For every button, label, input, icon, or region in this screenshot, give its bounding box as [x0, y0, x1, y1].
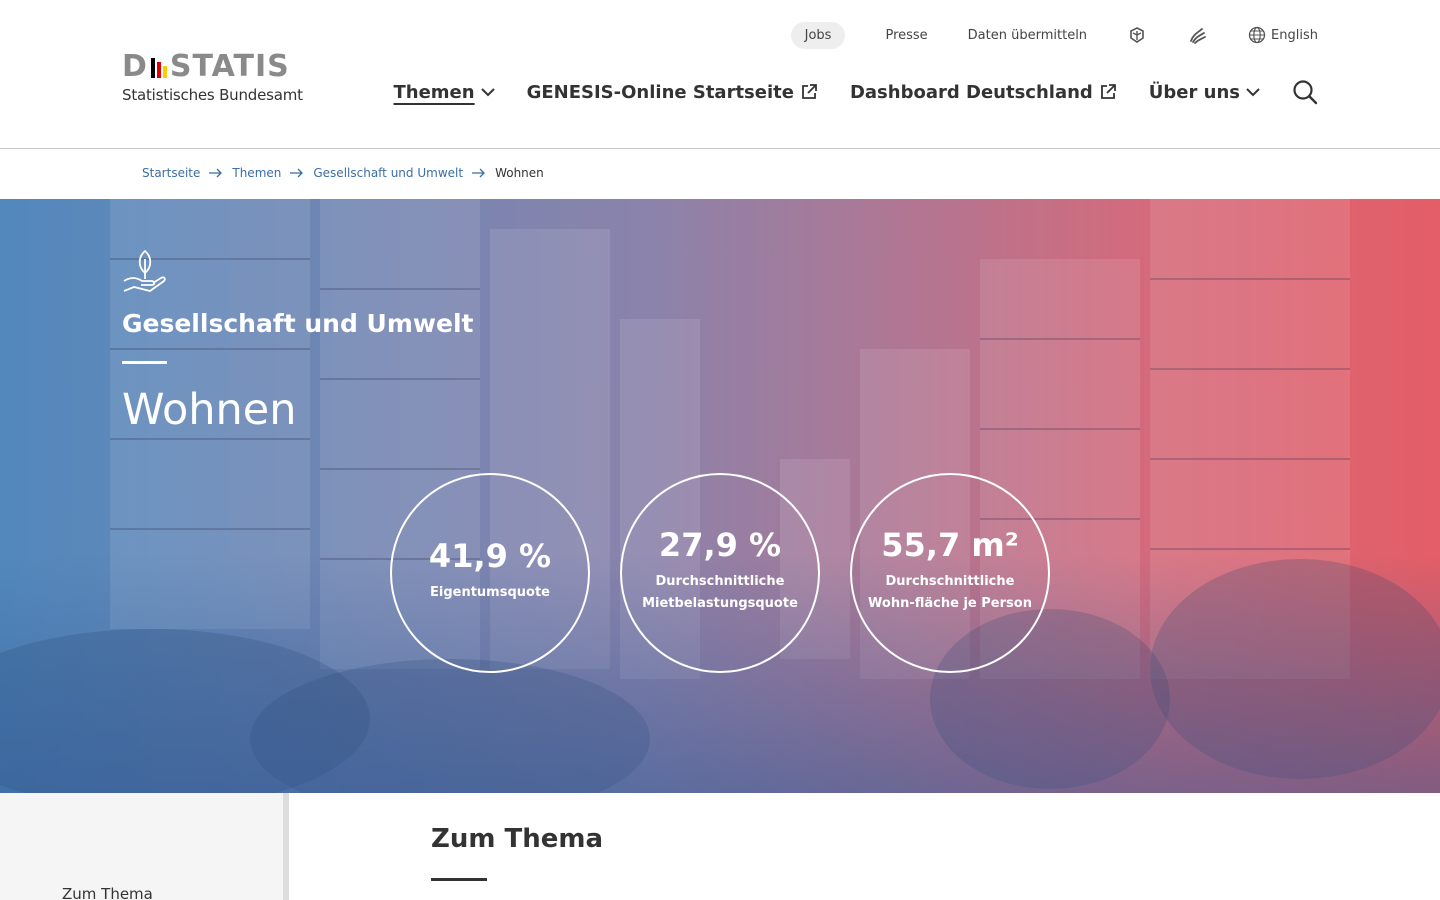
gebaerdensprache-link[interactable]: [1187, 25, 1207, 45]
nav-genesis-online[interactable]: GENESIS-Online Startseite: [527, 82, 818, 103]
hero-divider: [122, 361, 167, 364]
main-navigation: Themen GENESIS-Online Startseite Dashboa…: [362, 76, 1319, 108]
section-title: Zum Thema: [431, 824, 604, 854]
breadcrumb-current: Wohnen: [495, 166, 544, 180]
external-link-icon: [1100, 84, 1116, 99]
nav-themen-label: Themen: [393, 81, 475, 103]
leichte-sprache-link[interactable]: [1127, 25, 1147, 45]
breadcrumb: Startseite Themen Gesellschaft und Umwel…: [142, 163, 544, 183]
stat-label: Durchschnittliche Mietbelastungsquote: [642, 574, 798, 611]
language-switch[interactable]: English: [1247, 25, 1318, 45]
globe-icon: [1247, 25, 1267, 45]
stat-value: 27,9 %: [658, 526, 782, 564]
nav-themen[interactable]: Themen: [394, 82, 495, 103]
nav-dashboard-label: Dashboard Deutschland: [849, 81, 1093, 103]
flag-bars-icon: [150, 58, 167, 78]
hero-banner: Gesellschaft und Umwelt Wohnen 41,9 % Ei…: [0, 199, 1440, 793]
logo-letter-d: D: [122, 49, 148, 84]
nav-ueber-uns[interactable]: Über uns: [1149, 82, 1260, 103]
chevron-down-icon: [1246, 87, 1260, 96]
service-navigation: Jobs Presse Daten übermitteln English: [790, 20, 1318, 50]
nav-ueber-uns-label: Über uns: [1148, 81, 1240, 103]
page-sidebar: Zum Thema: [0, 793, 289, 900]
arrow-right-icon: [290, 168, 304, 178]
logo-subtitle: Statistisches Bundesamt: [122, 86, 303, 104]
stat-label: Durchschnittliche Wohn-fläche je Person: [868, 574, 1032, 611]
sidebar-item-zum-thema[interactable]: Zum Thema: [62, 885, 153, 900]
stat-circle-eigentumsquote: 41,9 % Eigentumsquote: [390, 473, 590, 673]
stat-value: 41,9 %: [428, 537, 552, 575]
search-icon: [1293, 80, 1318, 105]
site-header: D STATIS Statistisches Bundesamt Jobs Pr…: [0, 0, 1440, 149]
nav-dashboard-deutschland[interactable]: Dashboard Deutschland: [850, 82, 1117, 103]
breadcrumb-themen[interactable]: Themen: [232, 166, 281, 180]
gebaerdensprache-icon: [1187, 25, 1207, 45]
jobs-link[interactable]: Jobs: [790, 21, 846, 49]
section-divider: [431, 878, 487, 881]
daten-uebermitteln-link[interactable]: Daten übermitteln: [968, 28, 1087, 43]
external-link-icon: [802, 84, 817, 99]
destatis-logo[interactable]: D STATIS Statistisches Bundesamt: [122, 52, 322, 108]
nav-genesis-label: GENESIS-Online Startseite: [526, 81, 794, 103]
arrow-right-icon: [472, 168, 486, 178]
stat-value: 55,7 m²: [881, 526, 1019, 564]
search-button[interactable]: [1292, 79, 1318, 105]
breadcrumb-startseite[interactable]: Startseite: [142, 166, 200, 180]
chevron-down-icon: [480, 87, 495, 96]
presse-link[interactable]: Presse: [885, 28, 927, 43]
leichte-sprache-icon: [1127, 25, 1147, 45]
arrow-right-icon: [209, 168, 223, 178]
logo-letters-statis: STATIS: [169, 49, 290, 84]
logo-wordmark: D STATIS: [122, 52, 322, 82]
stat-circle-mietbelastungsquote: 27,9 % Durchschnittliche Mietbelastungsq…: [620, 473, 820, 673]
page-title: Wohnen: [122, 385, 297, 435]
stat-circle-wohnflaeche: 55,7 m² Durchschnittliche Wohn-fläche je…: [850, 473, 1050, 673]
breadcrumb-gesellschaft-und-umwelt[interactable]: Gesellschaft und Umwelt: [313, 166, 463, 180]
language-label: English: [1271, 27, 1318, 43]
plant-in-hand-icon: [122, 247, 168, 299]
stat-label: Eigentumsquote: [430, 585, 550, 600]
hero-category: Gesellschaft und Umwelt: [122, 309, 474, 338]
